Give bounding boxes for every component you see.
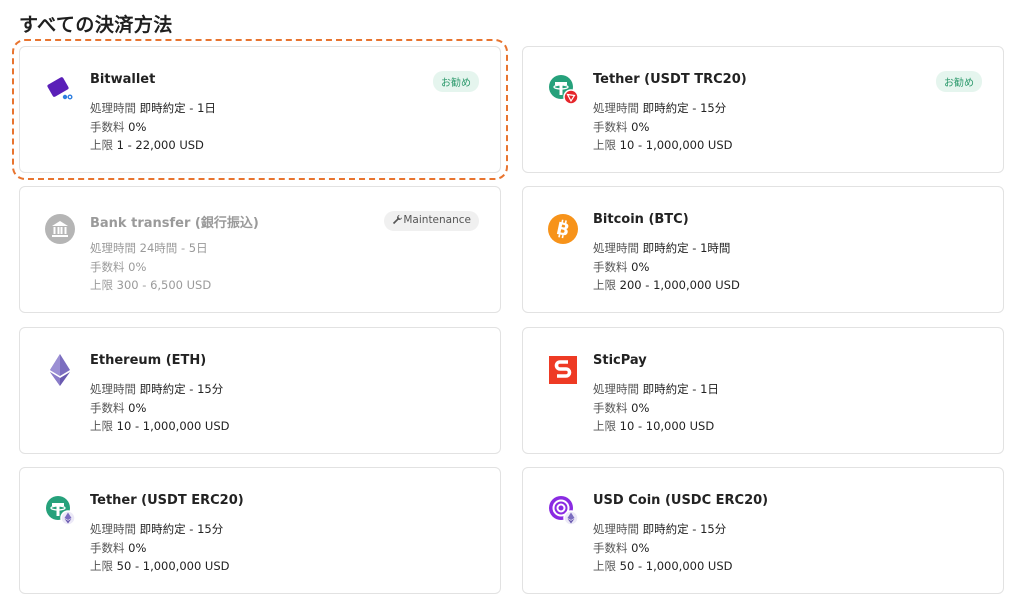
- fee-value: 0%: [128, 540, 147, 555]
- limit-value: 200 - 1,000,000 USD: [619, 278, 740, 292]
- limit-value: 50 - 1,000,000 USD: [619, 559, 733, 573]
- fee-value: 0%: [631, 400, 650, 415]
- card-title: Ethereum (ETH): [90, 353, 207, 368]
- fee-row: 手数料 0%: [90, 259, 147, 274]
- limit-row: 上限 300 - 6,500 USD: [90, 278, 212, 292]
- card-title: SticPay: [593, 353, 647, 368]
- tether-erc20-icon: [44, 494, 76, 526]
- bitwallet-logo-icon: [44, 73, 76, 105]
- fee-value: 0%: [128, 259, 147, 274]
- fee-value: 0%: [631, 119, 650, 134]
- processing-time-row: 処理時間 即時約定 - 15分: [593, 522, 727, 536]
- fee-row: 手数料 0%: [90, 400, 147, 415]
- card-title: USD Coin (USDC ERC20): [593, 493, 769, 508]
- card-title: Tether (USDT ERC20): [90, 493, 244, 508]
- payment-card-bitwallet[interactable]: Bitwallet お勧め 処理時間 即時約定 - 1日 手数料 0% 上限 1…: [12, 39, 508, 180]
- fee-value: 0%: [631, 540, 650, 555]
- card-title: Tether (USDT TRC20): [593, 72, 747, 87]
- usdc-erc20-icon: [547, 494, 579, 526]
- processing-time-value: 即時約定 - 15分: [642, 101, 727, 115]
- processing-time-value: 即時約定 - 1日: [642, 382, 719, 396]
- processing-time-value: 即時約定 - 15分: [139, 382, 224, 396]
- limit-value: 10 - 1,000,000 USD: [619, 138, 733, 152]
- fee-row: 手数料 0%: [593, 119, 650, 134]
- ethereum-icon: [44, 354, 76, 386]
- card-title: Bitcoin (BTC): [593, 212, 689, 227]
- fee-row: 手数料 0%: [593, 400, 650, 415]
- fee-value: 0%: [128, 119, 147, 134]
- bitcoin-icon: B: [547, 213, 579, 245]
- limit-row: 上限 1 - 22,000 USD: [90, 138, 204, 152]
- maintenance-badge: Maintenance: [384, 211, 479, 231]
- limit-value: 10 - 1,000,000 USD: [116, 419, 230, 433]
- fee-row: 手数料 0%: [593, 540, 650, 555]
- wrench-icon: [392, 214, 403, 228]
- fee-value: 0%: [631, 259, 650, 274]
- processing-time-row: 処理時間 即時約定 - 15分: [90, 382, 224, 396]
- processing-time-value: 即時約定 - 15分: [139, 522, 224, 536]
- processing-time-row: 処理時間 即時約定 - 1時間: [593, 241, 731, 255]
- fee-row: 手数料 0%: [90, 119, 147, 134]
- processing-time-value: 即時約定 - 1時間: [642, 241, 731, 255]
- processing-time-value: 24時間 - 5日: [139, 241, 208, 255]
- payment-card-ethereum[interactable]: Ethereum (ETH) 処理時間 即時約定 - 15分 手数料 0% 上限…: [19, 327, 501, 454]
- recommended-badge: お勧め: [936, 71, 982, 92]
- limit-value: 1 - 22,000 USD: [116, 138, 204, 152]
- tether-trc20-icon: [547, 73, 579, 105]
- payment-card-bitcoin[interactable]: B Bitcoin (BTC) 処理時間 即時約定 - 1時間 手数料 0% 上…: [522, 186, 1004, 313]
- payment-card-bank-transfer: Bank transfer (銀行振込) Maintenance 処理時間 24…: [19, 186, 501, 313]
- payment-method-grid: Bitwallet お勧め 処理時間 即時約定 - 1日 手数料 0% 上限 1…: [0, 0, 1024, 610]
- fee-row: 手数料 0%: [90, 540, 147, 555]
- recommended-badge: お勧め: [433, 71, 479, 92]
- payment-card-sticpay[interactable]: SticPay 処理時間 即時約定 - 1日 手数料 0% 上限 10 - 10…: [522, 327, 1004, 454]
- card-title: Bitwallet: [90, 72, 156, 87]
- processing-time-value: 即時約定 - 15分: [642, 522, 727, 536]
- limit-value: 300 - 6,500 USD: [116, 278, 212, 292]
- processing-time-row: 処理時間 即時約定 - 1日: [90, 101, 216, 115]
- limit-row: 上限 10 - 1,000,000 USD: [593, 138, 733, 152]
- payment-card-tether-trc20[interactable]: Tether (USDT TRC20) お勧め 処理時間 即時約定 - 15分 …: [522, 46, 1004, 173]
- card-title: Bank transfer (銀行振込): [90, 216, 259, 231]
- processing-time-row: 処理時間 即時約定 - 1日: [593, 382, 719, 396]
- limit-value: 50 - 1,000,000 USD: [116, 559, 230, 573]
- limit-row: 上限 200 - 1,000,000 USD: [593, 278, 740, 292]
- limit-row: 上限 10 - 1,000,000 USD: [90, 419, 230, 433]
- limit-value: 10 - 10,000 USD: [619, 419, 715, 433]
- limit-row: 上限 50 - 1,000,000 USD: [593, 559, 733, 573]
- payment-card-usdc-erc20[interactable]: USD Coin (USDC ERC20) 処理時間 即時約定 - 15分 手数…: [522, 467, 1004, 594]
- payment-card-tether-erc20[interactable]: Tether (USDT ERC20) 処理時間 即時約定 - 15分 手数料 …: [19, 467, 501, 594]
- processing-time-row: 処理時間 即時約定 - 15分: [90, 522, 224, 536]
- fee-value: 0%: [128, 400, 147, 415]
- bank-icon: [44, 213, 76, 245]
- processing-time-row: 処理時間 24時間 - 5日: [90, 241, 208, 255]
- limit-row: 上限 10 - 10,000 USD: [593, 419, 715, 433]
- processing-time-value: 即時約定 - 1日: [139, 101, 216, 115]
- limit-row: 上限 50 - 1,000,000 USD: [90, 559, 230, 573]
- fee-row: 手数料 0%: [593, 259, 650, 274]
- processing-time-row: 処理時間 即時約定 - 15分: [593, 101, 727, 115]
- sticpay-icon: [547, 354, 579, 386]
